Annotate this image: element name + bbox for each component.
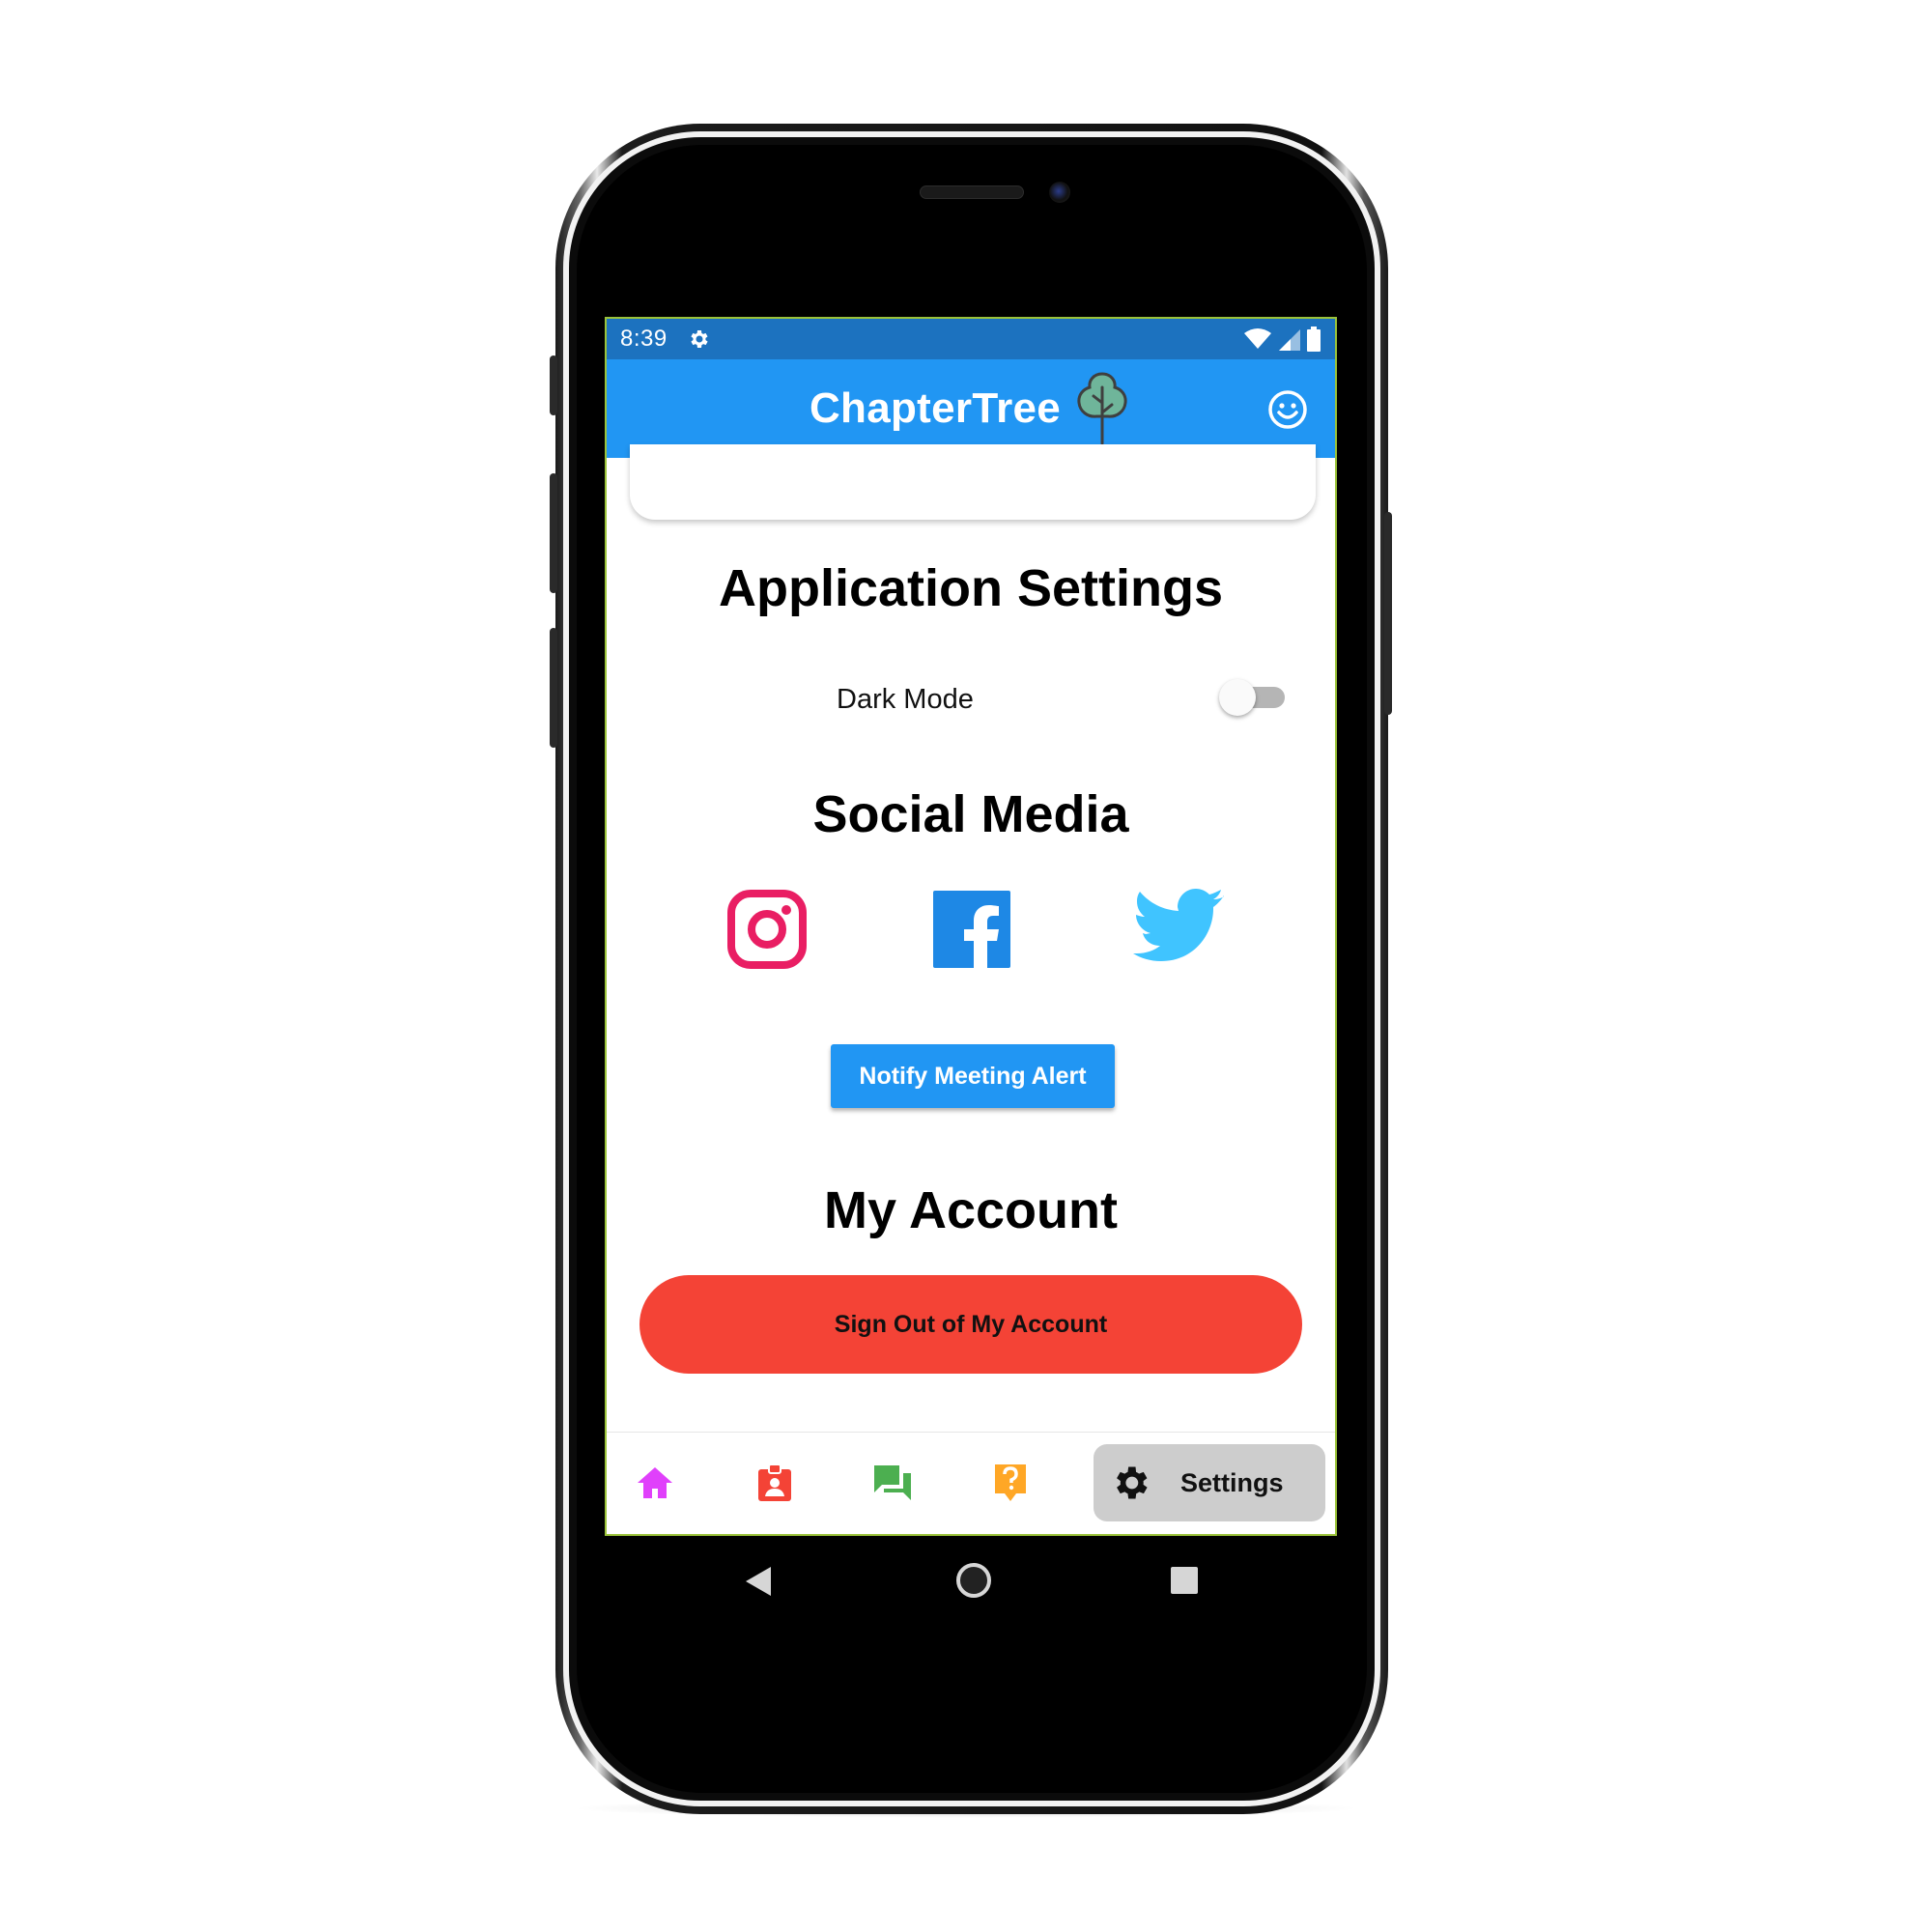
sign-out-button[interactable]: Sign Out of My Account xyxy=(639,1275,1302,1374)
battery-icon xyxy=(1307,327,1321,352)
notify-meeting-alert-button[interactable]: Notify Meeting Alert xyxy=(831,1044,1115,1108)
status-time: 8:39 xyxy=(620,326,668,352)
tree-icon xyxy=(1077,372,1127,445)
facebook-icon[interactable] xyxy=(931,889,1012,970)
scrolled-card xyxy=(630,444,1316,520)
nav-help[interactable] xyxy=(989,1462,1032,1504)
front-camera xyxy=(1049,182,1070,203)
power-button xyxy=(1384,512,1392,715)
instagram-icon[interactable] xyxy=(726,889,808,970)
twitter-icon[interactable] xyxy=(1133,883,1226,970)
nav-home[interactable] xyxy=(634,1462,676,1504)
dark-mode-label: Dark Mode xyxy=(837,684,974,715)
app-screen: 8:39 ChapterTree Application Settings Da… xyxy=(605,317,1337,1536)
recents-icon[interactable] xyxy=(1171,1567,1198,1594)
settings-icon xyxy=(691,330,708,348)
nav-settings[interactable]: Settings xyxy=(1094,1444,1325,1521)
mute-switch xyxy=(550,355,557,415)
toggle-thumb xyxy=(1219,679,1256,716)
status-icons xyxy=(1244,327,1321,352)
nav-chat[interactable] xyxy=(871,1462,914,1504)
help-icon xyxy=(995,1464,1026,1501)
chat-icon xyxy=(874,1465,911,1500)
gear-icon xyxy=(1117,1466,1148,1499)
back-icon[interactable] xyxy=(744,1565,773,1598)
volume-down-button xyxy=(550,628,557,748)
wifi-icon xyxy=(1244,328,1271,349)
bottom-navigation: Settings xyxy=(607,1432,1335,1534)
home-circle-icon[interactable] xyxy=(956,1563,991,1598)
home-icon xyxy=(638,1467,672,1498)
signal-icon xyxy=(1279,329,1300,351)
my-account-title: My Account xyxy=(823,1181,1118,1239)
app-title: ChapterTree xyxy=(809,384,1062,432)
earpiece-speaker xyxy=(920,185,1024,199)
application-settings-title: Application Settings xyxy=(718,559,1224,617)
volume-up-button xyxy=(550,473,557,593)
smiley-face-icon[interactable] xyxy=(1267,389,1308,430)
nav-contacts[interactable] xyxy=(753,1462,796,1504)
nav-settings-label: Settings xyxy=(1180,1467,1284,1497)
social-media-title: Social Media xyxy=(812,785,1129,843)
status-bar: 8:39 xyxy=(607,319,1335,359)
dark-mode-toggle[interactable] xyxy=(1219,678,1287,717)
app-bar: ChapterTree xyxy=(607,359,1335,458)
contact-badge-icon xyxy=(758,1463,791,1501)
